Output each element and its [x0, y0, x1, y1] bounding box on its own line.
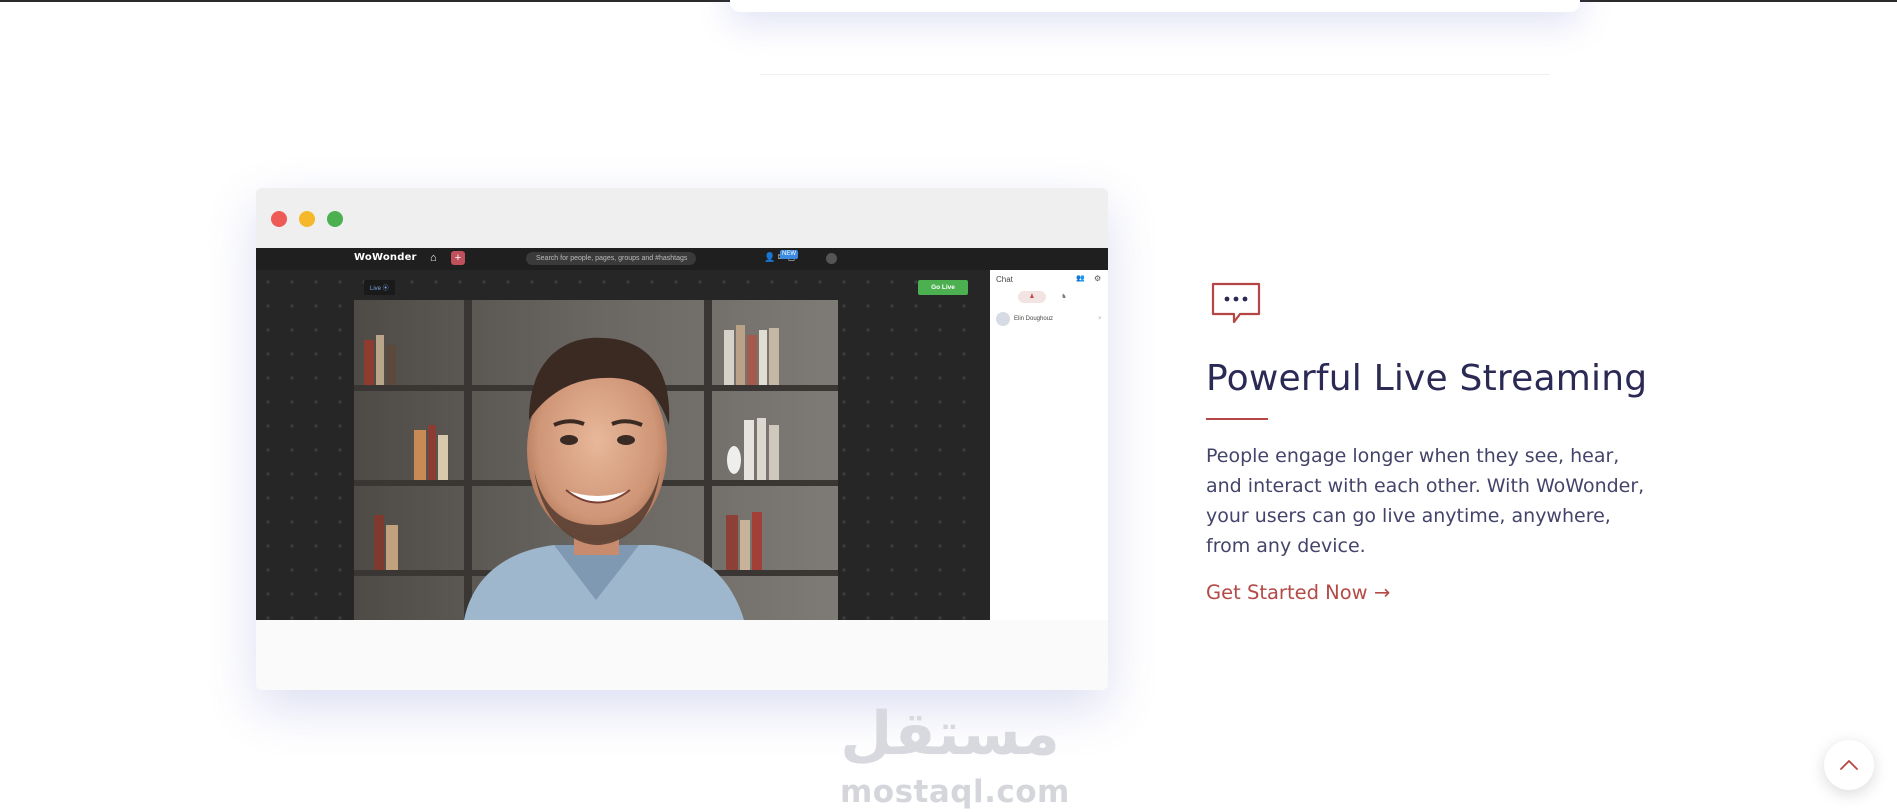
- feature-description: People engage longer when they see, hear…: [1206, 445, 1645, 557]
- chat-user-avatar: [996, 312, 1010, 326]
- home-icon: ⌂: [430, 252, 437, 264]
- get-started-link[interactable]: Get Started Now →: [1206, 581, 1390, 604]
- watermark-latin-text: mostaql.com: [840, 774, 1070, 810]
- watermark-arabic-glyph: مستقل: [840, 699, 1059, 769]
- live-tag: Live ⦿: [364, 280, 395, 295]
- chat-user-close-icon: ×: [1098, 316, 1102, 322]
- chat-bubble-icon: [1210, 281, 1262, 325]
- create-icon: +: [451, 251, 465, 265]
- feature-title: Powerful Live Streaming: [1206, 358, 1648, 399]
- title-underline: [1206, 418, 1268, 420]
- chat-tab-groups: ♞: [1061, 294, 1067, 300]
- app-search-bar: Search for people, pages, groups and #ha…: [526, 252, 696, 265]
- scroll-to-top-button[interactable]: [1824, 740, 1874, 790]
- chat-user-name: Elin Doughouz: [1014, 316, 1054, 322]
- window-maximize-dot: [327, 211, 343, 227]
- app-header: WoWonder ⌂ + Search for people, pages, g…: [256, 248, 1108, 270]
- chat-users-icon: 👥: [1076, 275, 1085, 282]
- chat-panel: Chat 👥 ⚙ ♟ ♞ Elin Doughouz ×: [990, 270, 1108, 620]
- watermark-logo: مستقل mostaql.com: [840, 699, 1069, 809]
- avatar: [826, 253, 837, 264]
- section-divider: [760, 74, 1550, 75]
- go-live-button: Go Live: [918, 280, 968, 295]
- window-footer: [256, 620, 1108, 690]
- new-badge: NEW: [780, 250, 798, 259]
- streamer-video-image: [354, 300, 838, 620]
- watermark-arabic-text: مستقل: [840, 699, 1060, 775]
- app-logo: WoWonder: [354, 252, 417, 263]
- previous-section-card: [730, 0, 1580, 12]
- browser-mockup: WoWonder ⌂ + Search for people, pages, g…: [256, 188, 1108, 690]
- chat-tab-active: ♟: [1018, 291, 1046, 303]
- app-screenshot: WoWonder ⌂ + Search for people, pages, g…: [256, 248, 1108, 620]
- chat-settings-icon: ⚙: [1094, 274, 1102, 283]
- window-close-dot: [271, 211, 287, 227]
- chat-title: Chat: [996, 275, 1013, 284]
- live-video-frame: [354, 300, 838, 620]
- chevron-up-icon: [1840, 760, 1858, 770]
- window-titlebar: [256, 188, 1108, 248]
- window-minimize-dot: [299, 211, 315, 227]
- svg-text:مستقل: مستقل: [840, 700, 1059, 764]
